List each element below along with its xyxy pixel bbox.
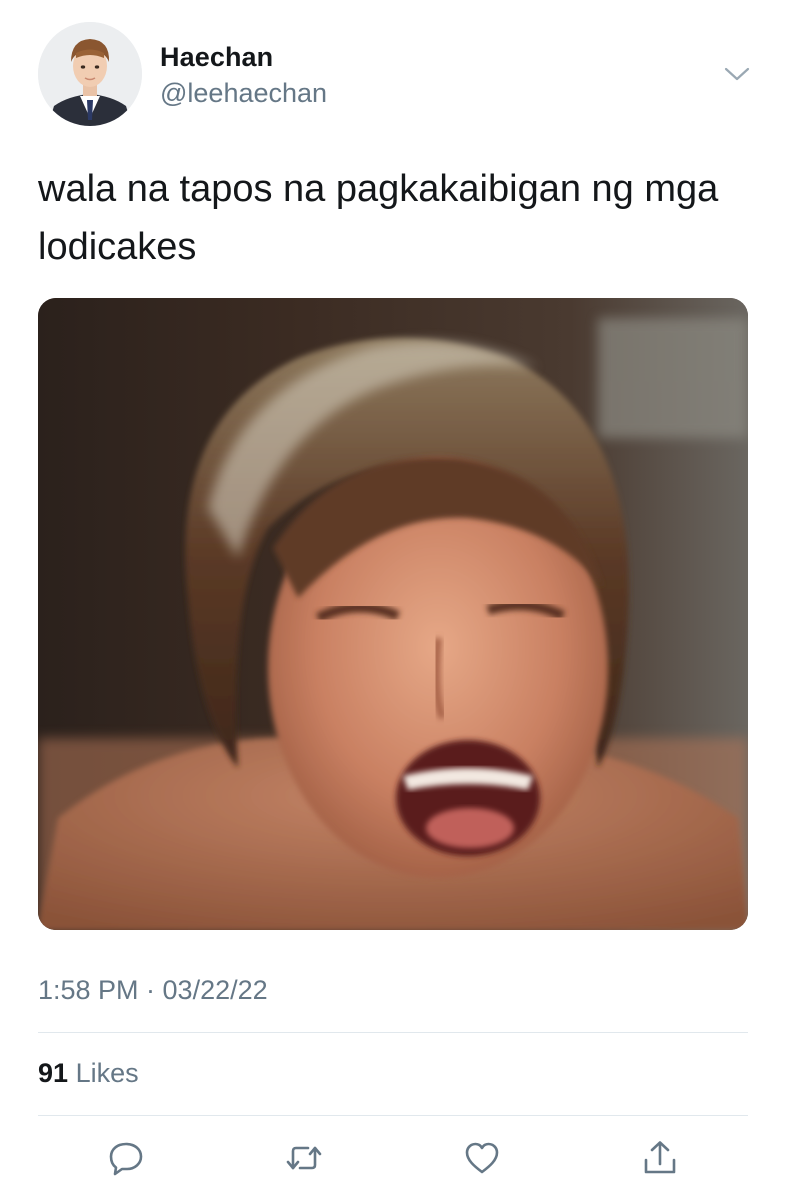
more-options-button[interactable] (720, 60, 754, 88)
heart-icon (465, 1142, 499, 1174)
share-icon (644, 1141, 676, 1174)
tweet-timestamp[interactable]: 1:58 PM · 03/22/22 (38, 975, 268, 1006)
retweet-button[interactable] (282, 1136, 326, 1180)
likes-stat[interactable]: 91 Likes (38, 1058, 139, 1089)
crying-woman-photo (38, 298, 748, 930)
divider (38, 1032, 748, 1033)
like-button[interactable] (460, 1136, 504, 1180)
user-handle[interactable]: @leehaechan (160, 78, 327, 109)
tweet-media-image[interactable] (38, 298, 748, 930)
reply-icon (109, 1142, 143, 1176)
avatar[interactable] (38, 22, 142, 126)
share-button[interactable] (638, 1136, 682, 1180)
retweet-icon (286, 1146, 322, 1170)
likes-count: 91 (38, 1058, 69, 1088)
avatar-image (38, 22, 142, 126)
chevron-down-icon (724, 67, 750, 81)
tweet-text: wala na tapos na pagkakaibigan ng mga lo… (38, 168, 719, 268)
divider (38, 1115, 748, 1116)
reply-button[interactable] (104, 1136, 148, 1180)
display-name[interactable]: Haechan (160, 42, 273, 73)
tweet-card: Haechan @leehaechan wala na tapos na pag… (0, 0, 786, 1200)
likes-label: Likes (75, 1058, 139, 1088)
